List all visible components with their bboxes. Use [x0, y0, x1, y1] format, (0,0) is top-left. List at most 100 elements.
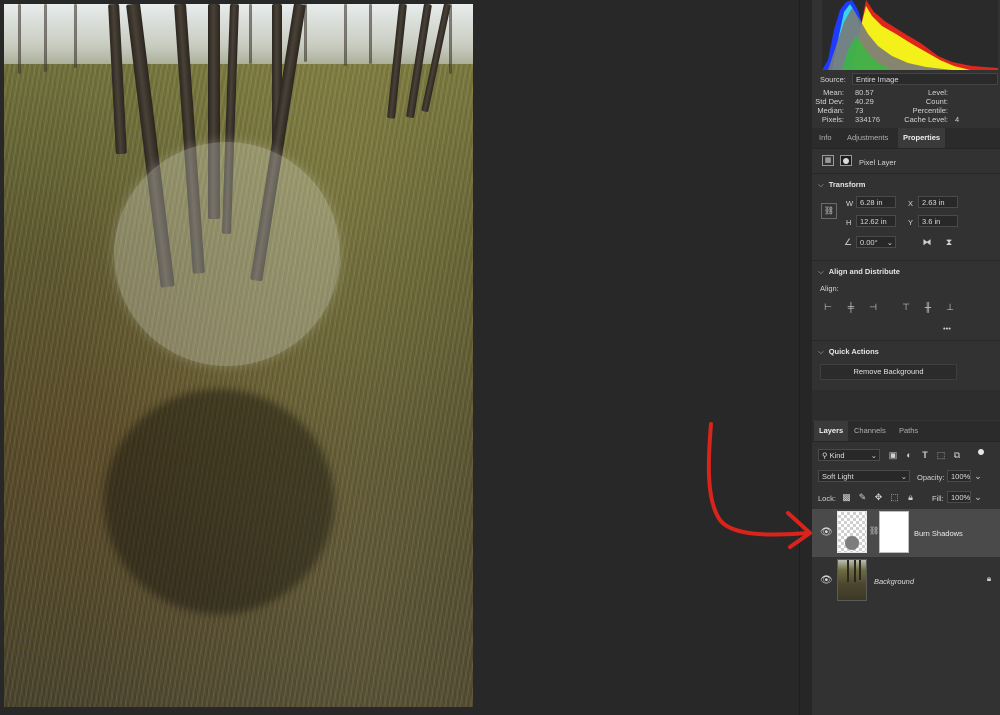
mask-link-icon[interactable]: ⛓: [869, 525, 879, 537]
source-label: Source:: [820, 75, 846, 84]
chevron-down-icon: ⌵: [818, 347, 824, 356]
layer-row-background[interactable]: 👁︎ Background 🔒︎: [812, 557, 1000, 605]
layer-name[interactable]: Burn Shadows: [914, 529, 963, 538]
y-field[interactable]: 3.6 in: [918, 215, 958, 227]
stat-label: Level:: [927, 88, 948, 97]
layer-mask-thumbnail[interactable]: [879, 511, 909, 553]
height-field[interactable]: 12.62 in: [856, 215, 896, 227]
chevron-down-icon: ⌄: [900, 472, 907, 481]
layer-thumbnail[interactable]: [837, 511, 867, 553]
brush-dot-icon: [845, 536, 859, 550]
tab-paths[interactable]: Paths: [894, 421, 923, 441]
y-label: Y: [908, 218, 914, 227]
w-label: W: [846, 199, 854, 208]
red-arrow-annotation: [706, 422, 812, 549]
lock-label: Lock:: [818, 494, 836, 503]
filter-smart-object-icon[interactable]: ⧉: [951, 449, 963, 461]
tree-trunk: [449, 4, 452, 74]
quick-actions-header[interactable]: ⌵ Quick Actions: [818, 347, 879, 357]
lock-position-icon[interactable]: ✥: [873, 491, 884, 503]
layer-row-burn-shadows[interactable]: 👁︎ ⛓ Burn Shadows: [812, 509, 1000, 557]
separator: [812, 340, 1000, 341]
blend-mode-dropdown[interactable]: Soft Light ⌄: [818, 470, 910, 482]
stat-value: 4: [955, 115, 960, 124]
layer-thumbnail[interactable]: [837, 559, 867, 601]
tree-trunk: [369, 4, 372, 64]
search-icon: ⚲: [822, 451, 830, 460]
lock-artboard-icon[interactable]: ⬚: [889, 491, 900, 503]
tree-trunk: [344, 4, 347, 66]
stat-label: Percentile:: [912, 106, 948, 115]
properties-tabbar: Info Adjustments Properties: [812, 128, 1000, 149]
filter-kind-dropdown[interactable]: ⚲ Kind ⌄: [818, 449, 880, 461]
transform-header[interactable]: ⌵ Transform: [818, 180, 865, 190]
align-top-icon[interactable]: ⊤: [900, 301, 912, 313]
blend-mode-value: Soft Light: [822, 472, 854, 481]
lock-transparent-pixels-icon[interactable]: ▩: [841, 491, 852, 503]
x-label: X: [908, 199, 914, 208]
transform-title: Transform: [828, 180, 866, 189]
filter-pixel-icon[interactable]: ▣: [887, 449, 899, 461]
angle-field[interactable]: 0.00° ⌄: [856, 236, 896, 248]
stat-label: Mean:: [823, 88, 844, 97]
filter-toggle-icon[interactable]: [978, 449, 984, 455]
lock-image-pixels-icon[interactable]: ✎: [857, 491, 868, 503]
tree-trunk: [44, 4, 47, 72]
chevron-down-icon[interactable]: ⌄: [972, 491, 984, 503]
chevron-down-icon: ⌄: [886, 238, 893, 247]
fill-field[interactable]: 100%: [947, 491, 971, 503]
flip-vertical-icon[interactable]: ⧗: [942, 236, 956, 248]
filter-kind-value: Kind: [829, 451, 845, 460]
right-panels: Source: Entire Image Mean: 80.57 Std Dev…: [812, 0, 1000, 715]
chevron-down-icon: ⌵: [818, 267, 824, 276]
panel-divider[interactable]: [799, 0, 813, 715]
lock-all-icon[interactable]: 🔒︎: [905, 491, 916, 503]
stat-value: 73: [855, 106, 864, 115]
align-center-horizontal-icon[interactable]: ╪: [845, 301, 857, 313]
visibility-eye-icon[interactable]: 👁︎: [820, 527, 833, 538]
h-label: H: [846, 218, 852, 227]
opacity-field[interactable]: 100%: [947, 470, 971, 482]
tab-properties[interactable]: Properties: [898, 128, 946, 148]
stat-label: Count:: [925, 97, 948, 106]
separator: [812, 260, 1000, 261]
align-center-vertical-icon[interactable]: ╫: [922, 301, 934, 313]
align-right-icon[interactable]: ⊣: [867, 301, 879, 313]
x-field[interactable]: 2.63 in: [918, 196, 958, 208]
align-bottom-icon[interactable]: ⊥: [944, 301, 956, 313]
burn-shadow-area: [104, 389, 334, 614]
tab-info[interactable]: Info: [814, 128, 837, 148]
align-left-icon[interactable]: ⊢: [822, 301, 834, 313]
source-dropdown[interactable]: Entire Image: [852, 73, 998, 85]
chevron-down-icon[interactable]: ⌄: [972, 470, 984, 482]
stat-label: Pixels:: [821, 115, 844, 124]
brush-cursor-circle: [114, 142, 340, 366]
tab-adjustments[interactable]: Adjustments: [842, 128, 893, 148]
histogram-graph: [822, 0, 998, 70]
layers-tabbar: Layers Channels Paths: [812, 421, 1000, 442]
tab-channels[interactable]: Channels: [849, 421, 891, 441]
layer-name[interactable]: Background: [874, 577, 914, 586]
filter-type-icon[interactable]: T: [919, 449, 931, 461]
align-header[interactable]: ⌵ Align and Distribute: [818, 267, 900, 277]
filter-shape-icon[interactable]: ⬚: [935, 449, 947, 461]
flip-horizontal-icon[interactable]: ⧓: [920, 236, 934, 248]
pixel-layer-icon: ▦: [822, 155, 834, 166]
visibility-eye-icon[interactable]: 👁︎: [820, 575, 833, 586]
link-chain-icon[interactable]: ⛓: [821, 203, 837, 219]
tree-trunk: [249, 4, 252, 64]
layers-empty-area[interactable]: [812, 606, 1000, 715]
angle-value: 0.00°: [860, 238, 878, 247]
width-field[interactable]: 6.28 in: [856, 196, 896, 208]
document-canvas[interactable]: [0, 0, 800, 715]
layer-mask-icon[interactable]: [840, 155, 852, 166]
lock-icon[interactable]: 🔒︎: [984, 573, 994, 585]
stat-label: Cache Level:: [904, 115, 948, 124]
histogram-panel: [812, 0, 1000, 70]
forest-photo[interactable]: [4, 4, 473, 707]
filter-adjustment-icon[interactable]: ◐: [903, 449, 915, 461]
stat-value: 334176: [855, 115, 881, 124]
tab-layers[interactable]: Layers: [814, 421, 849, 441]
more-options-icon[interactable]: •••: [943, 324, 951, 333]
remove-background-button[interactable]: Remove Background: [820, 364, 957, 380]
